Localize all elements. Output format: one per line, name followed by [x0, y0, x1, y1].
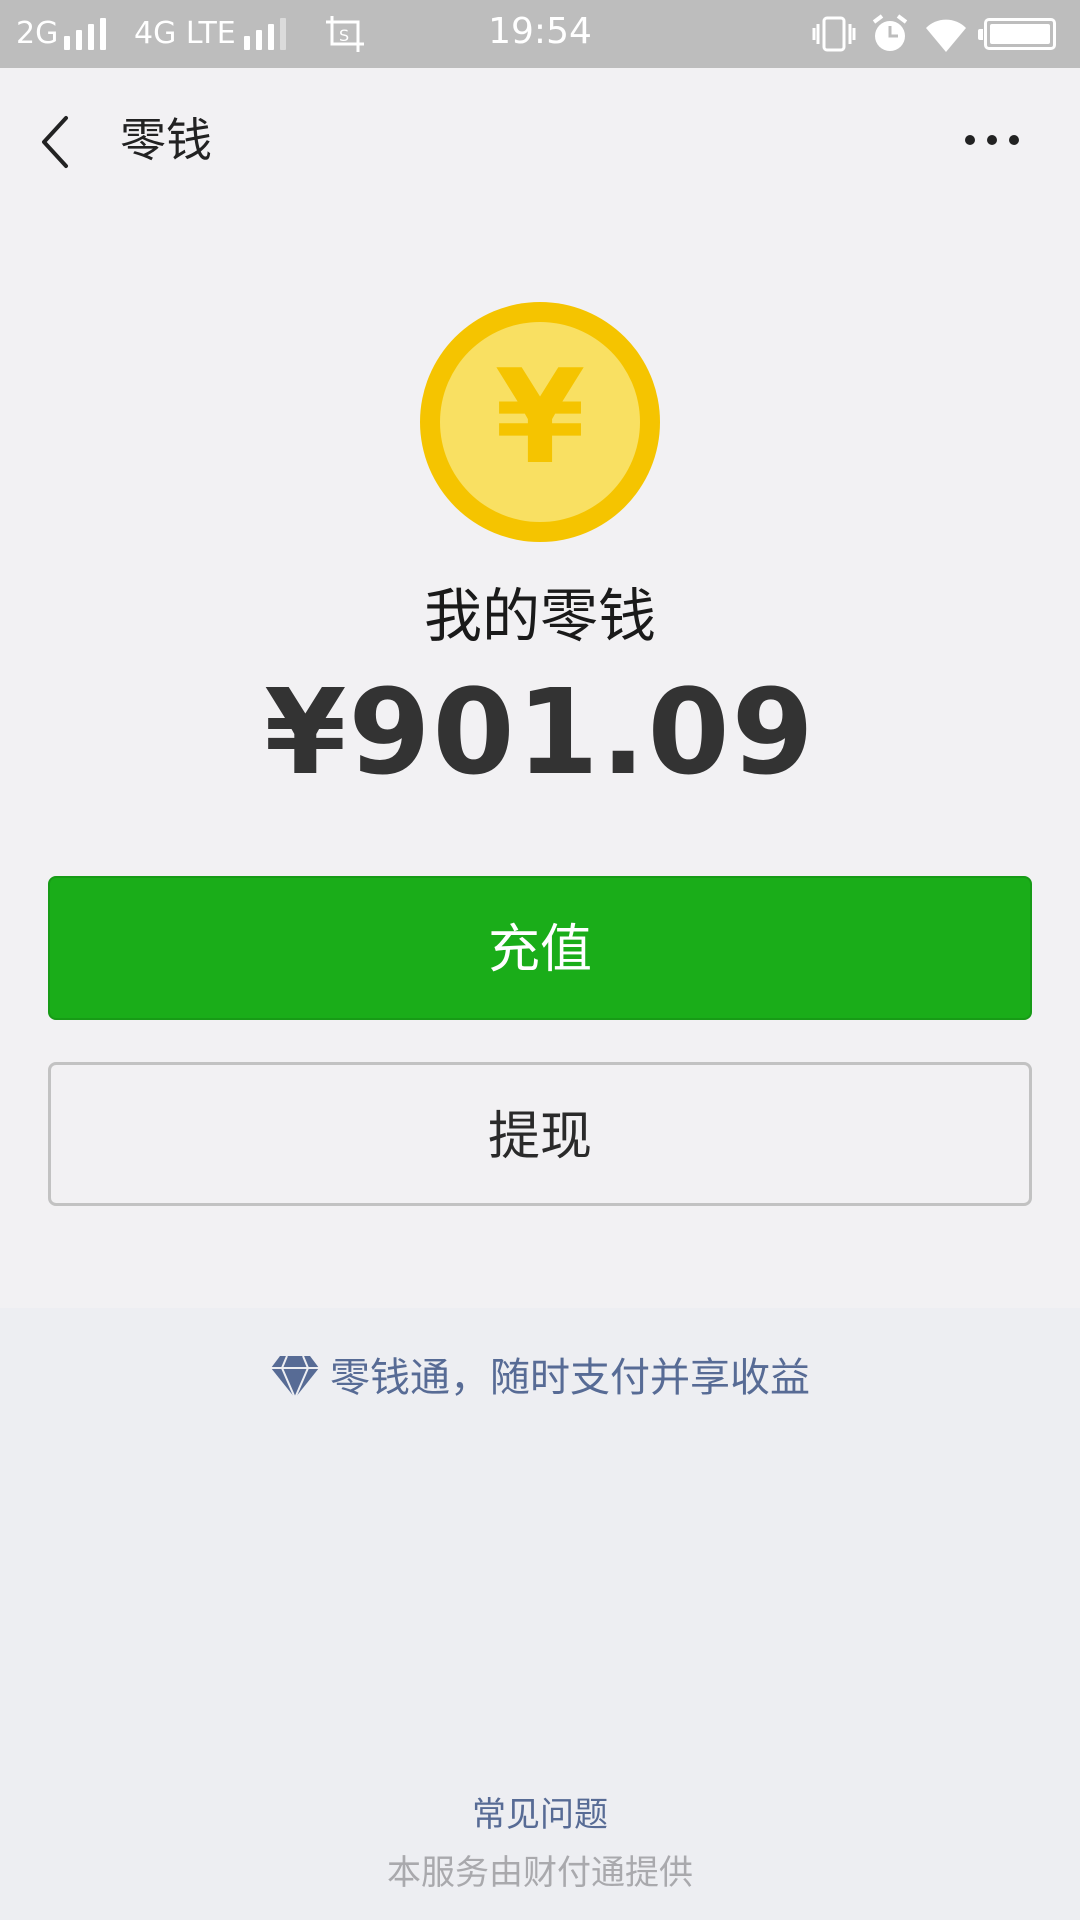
promo-text: 零钱通，随时支付并享收益: [330, 1355, 810, 1401]
balance-amount: ¥901.09: [264, 663, 816, 801]
status-time: 19:54: [488, 11, 592, 52]
page-title: 零钱: [120, 113, 212, 167]
battery-icon: [978, 18, 1056, 50]
nav-bar: 零钱: [0, 68, 1080, 216]
back-arrow-icon[interactable]: [32, 110, 92, 174]
more-icon[interactable]: [960, 122, 1024, 158]
balance-section: 零钱 ¥ 我的零钱 ¥901.09 充值 提现: [0, 68, 1080, 1308]
recharge-button[interactable]: 充值: [48, 876, 1032, 1020]
faq-link[interactable]: 常见问题: [0, 1790, 1080, 1840]
diamond-icon: [271, 1355, 319, 1400]
withdraw-button[interactable]: 提现: [48, 1062, 1032, 1206]
coin-symbol: ¥: [495, 341, 585, 493]
vibrate-icon: [812, 16, 856, 52]
coin-yen-icon: ¥: [420, 302, 660, 542]
status-bar: 2G 4G LTE S 19:54: [0, 0, 1080, 68]
alarm-icon: [872, 14, 908, 51]
wallet-balance-screen: 2G 4G LTE S 19:54 零钱 ¥ 我的零钱 ¥901.09 充值 提…: [0, 0, 1080, 1920]
lingqiantong-link[interactable]: 零钱通，随时支付并享收益: [0, 1348, 1080, 1408]
provider-text: 本服务由财付通提供: [387, 1853, 693, 1893]
wifi-icon: [926, 19, 966, 52]
balance-label: 我的零钱: [423, 582, 656, 650]
